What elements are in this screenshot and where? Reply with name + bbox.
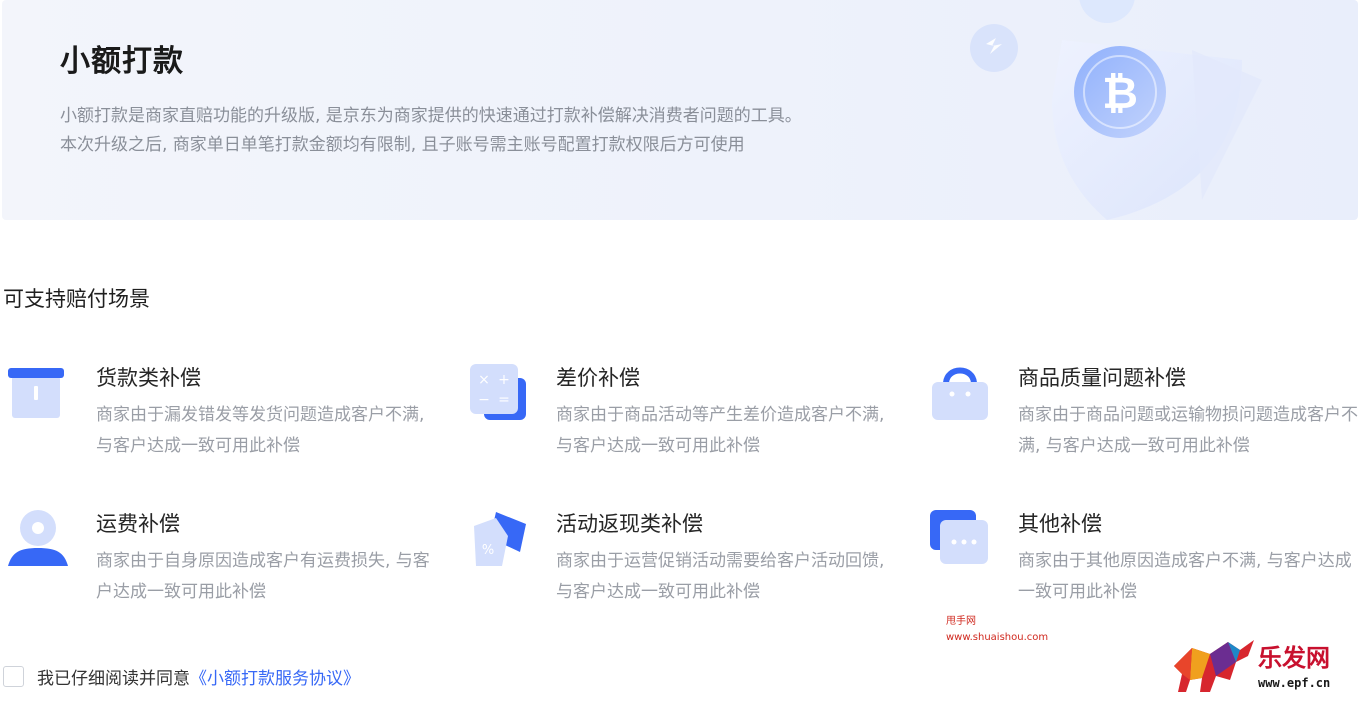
scenario-desc: 商家由于漏发错发等发货问题造成客户不满, 与客户达成一致可用此补偿 (96, 405, 425, 456)
watermark-logo-url: www.epf.cn (1258, 676, 1331, 690)
location-pin-icon (8, 510, 68, 566)
agreement-link[interactable]: 《小额打款服务协议》 (190, 664, 360, 689)
svg-text:×: × (478, 372, 490, 388)
agreement-text: 我已仔细阅读并同意 (37, 668, 190, 689)
banner-desc-line-1: 小额打款是商家直赔功能的升级版, 是京东为商家提供的快速通过打款补偿解决消费者问… (60, 106, 802, 126)
svg-text:%: % (482, 543, 494, 558)
svg-text:+: + (498, 372, 510, 388)
scenario-desc: 商家由于商品问题或运输物损问题造成客户不满, 与客户达成一致可用此补偿 (1018, 405, 1358, 456)
scenario-desc: 商家由于商品活动等产生差价造成客户不满, 与客户达成一致可用此补偿 (556, 405, 885, 456)
watermark-site-name: 甩手网 (946, 616, 976, 627)
scenario-desc: 商家由于自身原因造成客户有运费损失, 与客户达成一致可用此补偿 (96, 551, 430, 602)
watermark-shuaishou: 甩手网 www.shuaishou.com (946, 614, 1048, 646)
scenario-title: 活动返现类补偿 (556, 512, 703, 536)
svg-text:−: − (478, 392, 490, 408)
intro-banner: 小额打款 小额打款是商家直赔功能的升级版, 是京东为商家提供的快速通过打款补偿解… (2, 0, 1358, 220)
calculator-icon: × + − = (470, 364, 526, 420)
section-title: 可支持赔付场景 (3, 287, 150, 311)
scenario-card-price-diff: × + − = 差价补偿 商家由于商品活动等产生差价造成客户不满, 与客户达成一… (466, 362, 906, 472)
box-icon (8, 368, 64, 418)
more-chat-icon (930, 510, 988, 564)
scenario-card-goods: 货款类补偿 商家由于漏发错发等发货问题造成客户不满, 与客户达成一致可用此补偿 (6, 362, 446, 472)
scenario-title: 其他补偿 (1018, 512, 1102, 536)
scenario-title: 运费补偿 (96, 512, 180, 536)
watermark-epf-logo: 乐发网 www.epf.cn (1170, 636, 1352, 696)
agreement-checkbox[interactable] (3, 665, 24, 687)
shopping-bag-icon (932, 367, 988, 420)
page-title: 小额打款 (60, 44, 184, 79)
banner-desc-line-2: 本次升级之后, 商家单日单笔打款金额均有限制, 且子账号需主账号配置打款权限后方… (60, 135, 745, 155)
scenario-desc: 商家由于其他原因造成客户不满, 与客户达成一致可用此补偿 (1018, 551, 1352, 602)
scenario-card-shipping: 运费补偿 商家由于自身原因造成客户有运费损失, 与客户达成一致可用此补偿 (6, 508, 446, 618)
agreement-row: 我已仔细阅读并同意 《小额打款服务协议》 (3, 664, 360, 689)
scenario-title: 货款类补偿 (96, 366, 201, 390)
scenario-title: 商品质量问题补偿 (1018, 366, 1186, 390)
watermark-logo-text: 乐发网 (1258, 643, 1330, 672)
bull-logo-icon (1174, 640, 1254, 692)
scenario-title: 差价补偿 (556, 366, 640, 390)
shield-bitcoin-icon: ₿ (970, 0, 1262, 220)
banner-description: 小额打款是商家直赔功能的升级版, 是京东为商家提供的快速通过打款补偿解决消费者问… (60, 102, 802, 160)
svg-text:=: = (498, 392, 510, 408)
scenario-desc: 商家由于运营促销活动需要给客户活动回馈, 与客户达成一致可用此补偿 (556, 551, 885, 602)
discount-tag-icon: % (474, 512, 526, 566)
scenario-card-quality: 商品质量问题补偿 商家由于商品问题或运输物损问题造成客户不满, 与客户达成一致可… (928, 362, 1358, 472)
scenario-card-cashback: % 活动返现类补偿 商家由于运营促销活动需要给客户活动回馈, 与客户达成一致可用… (466, 508, 906, 618)
watermark-site-url: www.shuaishou.com (946, 632, 1049, 643)
scenario-card-other: 其他补偿 商家由于其他原因造成客户不满, 与客户达成一致可用此补偿 (928, 508, 1358, 618)
svg-text:₿: ₿ (1102, 68, 1138, 119)
